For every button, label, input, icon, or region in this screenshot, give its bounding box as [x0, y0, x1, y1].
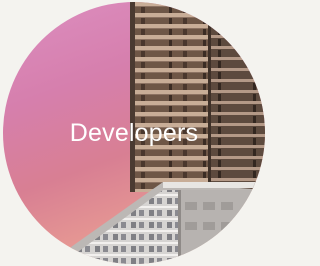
- category-label: Developers: [69, 119, 199, 147]
- developers-category-card[interactable]: Developers: [3, 2, 265, 264]
- page: Developers: [0, 0, 270, 266]
